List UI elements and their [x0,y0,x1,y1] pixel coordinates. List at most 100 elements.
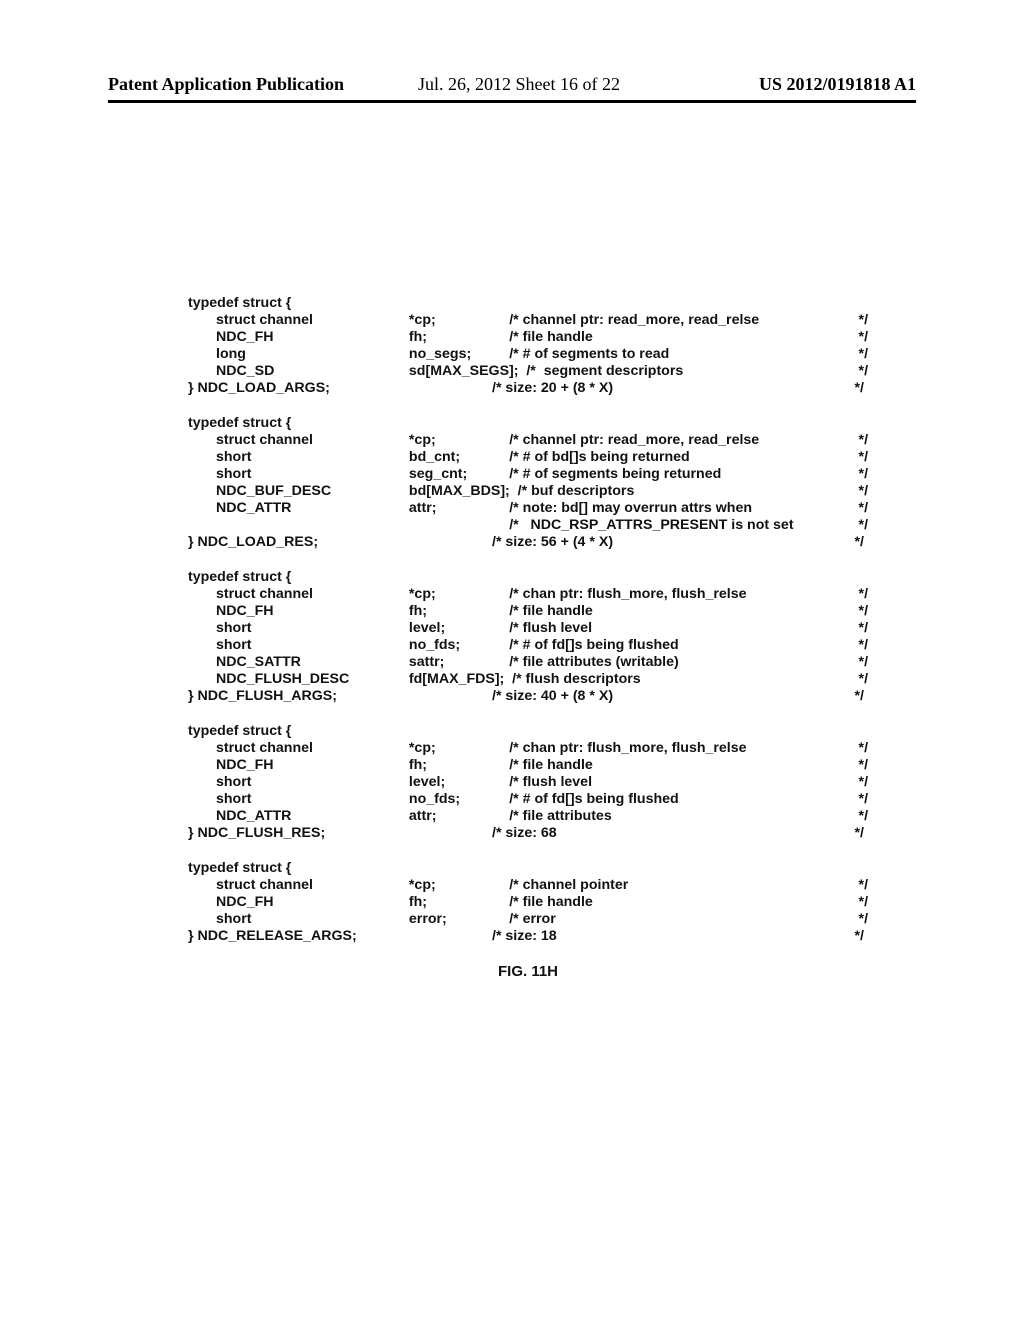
code-comment: /* channel pointer [509,878,849,895]
code-row: NDC_FHfh;/* file handle*/ [188,895,868,912]
code-comment-end: */ [849,809,868,826]
code-comment-end: */ [849,518,868,535]
code-name: fh; [409,604,509,621]
code-type: NDC_FH [188,330,409,347]
code-row: NDC_FHfh;/* file handle*/ [188,330,868,347]
code-name: *cp; [409,878,509,895]
code-comment: /* error [509,912,849,929]
code-type: NDC_FH [188,758,409,775]
code-comment: /* size: 40 + (8 * X) [492,689,844,706]
code-row: NDC_FLUSH_DESCfd[MAX_FDS]; /* flush desc… [188,672,868,689]
code-type: short [188,638,409,655]
code-comment-end: */ [849,621,868,638]
code-name: bd_cnt; [409,450,509,467]
code-name: *cp; [409,587,509,604]
struct-close: } NDC_RELEASE_ARGS;/* size: 18*/ [188,929,868,946]
struct-open: typedef struct { [188,296,868,313]
struct-block: typedef struct {struct channel*cp;/* cha… [188,570,868,706]
code-type: long [188,347,409,364]
code-name: *cp; [409,313,509,330]
struct-block: typedef struct {struct channel*cp;/* cha… [188,296,868,398]
code-comment: /* flush level [509,775,849,792]
code-comment: /* flush level [509,621,849,638]
code-comment: /* file attributes (writable) [509,655,849,672]
code-row: shortlevel;/* flush level*/ [188,775,868,792]
figure-caption: FIG. 11H [188,964,868,979]
code-row: struct channel*cp;/* channel ptr: read_m… [188,433,868,450]
code-comment-end: */ [849,672,868,689]
code-comment: /* size: 56 + (4 * X) [492,535,844,552]
code-name: seg_cnt; [409,467,509,484]
code-row: NDC_SDsd[MAX_SEGS]; /* segment descripto… [188,364,868,381]
code-comment: /* size: 18 [492,929,844,946]
code-comment-end: */ [849,741,868,758]
struct-open: typedef struct { [188,570,868,587]
code-comment-end: */ [849,912,868,929]
code-listing: typedef struct {struct channel*cp;/* cha… [188,296,868,979]
code-type: NDC_ATTR [188,501,409,518]
code-comment: /* channel ptr: read_more, read_relse [509,313,849,330]
code-name: fh; [409,758,509,775]
code-comment-end: */ [849,655,868,672]
code-comment: /* file handle [509,330,849,347]
header-center: Jul. 26, 2012 Sheet 16 of 22 [418,74,620,95]
code-comment-end: */ [849,895,868,912]
code-row: NDC_FHfh;/* file handle*/ [188,604,868,621]
code-type: NDC_SATTR [188,655,409,672]
code-row: struct channel*cp;/* channel ptr: read_m… [188,313,868,330]
code-name: attr; [409,809,509,826]
code-comment: /* file handle [509,895,849,912]
code-name: *cp; [409,433,509,450]
code-type: NDC_FLUSH_DESC [188,672,409,689]
code-comment-end: */ [844,535,864,552]
code-row: struct channel*cp;/* chan ptr: flush_mor… [188,587,868,604]
code-comment: /* NDC_RSP_ATTRS_PRESENT is not set [509,518,849,535]
struct-close-name: } NDC_FLUSH_RES; [188,826,492,843]
code-type: NDC_FH [188,895,409,912]
struct-block: typedef struct {struct channel*cp;/* cha… [188,416,868,552]
code-comment: /* # of fd[]s being flushed [509,792,849,809]
code-comment-end: */ [844,689,864,706]
code-name: fh; [409,330,509,347]
code-name: no_fds; [409,792,509,809]
code-name: level; [409,775,509,792]
code-row: struct channel*cp;/* chan ptr: flush_mor… [188,741,868,758]
code-comment: /* # of segments to read [509,347,849,364]
code-comment-end: */ [849,364,868,381]
code-type: struct channel [188,587,409,604]
code-row: NDC_SATTRsattr;/* file attributes (writa… [188,655,868,672]
code-row: /* NDC_RSP_ATTRS_PRESENT is not set*/ [188,518,868,535]
code-row: longno_segs;/* # of segments to read*/ [188,347,868,364]
code-comment: /* chan ptr: flush_more, flush_relse [509,587,849,604]
code-comment-end: */ [849,467,868,484]
code-type: short [188,450,409,467]
code-row: shortno_fds;/* # of fd[]s being flushed*… [188,792,868,809]
code-row: NDC_FHfh;/* file handle*/ [188,758,868,775]
code-type [188,518,409,535]
code-comment-end: */ [844,826,864,843]
code-row: struct channel*cp;/* channel pointer*/ [188,878,868,895]
code-row: NDC_ATTRattr;/* file attributes*/ [188,809,868,826]
code-comment-end: */ [849,330,868,347]
struct-close: } NDC_LOAD_RES;/* size: 56 + (4 * X)*/ [188,535,868,552]
code-comment: sd[MAX_SEGS]; /* segment descriptors [409,364,849,381]
code-comment-end: */ [849,484,868,501]
code-comment: /* # of fd[]s being flushed [509,638,849,655]
code-name: error; [409,912,509,929]
struct-close-name: } NDC_RELEASE_ARGS; [188,929,492,946]
code-comment: bd[MAX_BDS]; /* buf descriptors [409,484,849,501]
code-type: short [188,792,409,809]
code-row: shortbd_cnt;/* # of bd[]s being returned… [188,450,868,467]
header-right: US 2012/0191818 A1 [759,74,916,95]
code-comment-end: */ [849,878,868,895]
code-row: shorterror;/* error*/ [188,912,868,929]
code-comment: /* chan ptr: flush_more, flush_relse [509,741,849,758]
code-type: NDC_ATTR [188,809,409,826]
code-comment: /* channel ptr: read_more, read_relse [509,433,849,450]
struct-block: typedef struct {struct channel*cp;/* cha… [188,861,868,946]
code-comment-end: */ [849,587,868,604]
code-comment: /* size: 68 [492,826,844,843]
code-type: short [188,775,409,792]
code-name: fh; [409,895,509,912]
code-name: *cp; [409,741,509,758]
